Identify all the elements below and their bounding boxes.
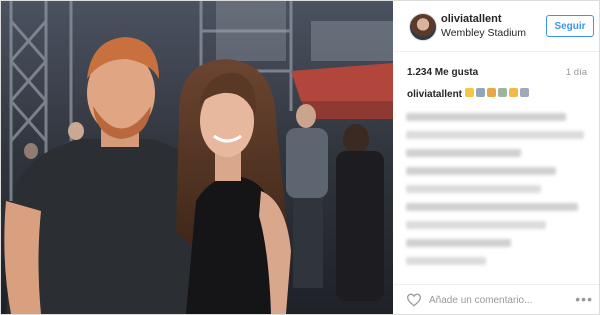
emoji-image-icon xyxy=(498,88,507,97)
post-age[interactable]: 1 día xyxy=(566,67,587,78)
post-username[interactable]: oliviatallent xyxy=(441,13,502,25)
caption-emojis xyxy=(465,88,529,97)
post-header: oliviatallent Wembley Stadium Seguir xyxy=(394,1,599,52)
emoji-image-icon xyxy=(520,88,529,97)
post-sidebar: oliviatallent Wembley Stadium Seguir 1.2… xyxy=(394,1,599,314)
likes-row: 1.234 Me gusta 1 día xyxy=(407,67,587,81)
emoji-face-icon xyxy=(509,88,518,97)
heart-icon[interactable] xyxy=(406,293,422,307)
follow-button[interactable]: Seguir xyxy=(546,15,594,37)
blurred-comments xyxy=(406,109,591,269)
emoji-face-icon xyxy=(465,88,474,97)
comment-input[interactable] xyxy=(429,293,549,307)
avatar[interactable] xyxy=(409,13,437,41)
post-footer: ••• xyxy=(394,284,599,315)
post-photo[interactable] xyxy=(1,1,393,314)
post-location[interactable]: Wembley Stadium xyxy=(441,27,526,39)
emoji-face-icon xyxy=(487,88,496,97)
likes-count[interactable]: 1.234 Me gusta xyxy=(407,67,478,78)
caption-username[interactable]: oliviatallent xyxy=(407,89,462,100)
more-options-icon[interactable]: ••• xyxy=(575,291,593,307)
photo-image xyxy=(1,1,393,314)
instagram-post: oliviatallent Wembley Stadium Seguir 1.2… xyxy=(0,0,600,315)
emoji-image-icon xyxy=(476,88,485,97)
